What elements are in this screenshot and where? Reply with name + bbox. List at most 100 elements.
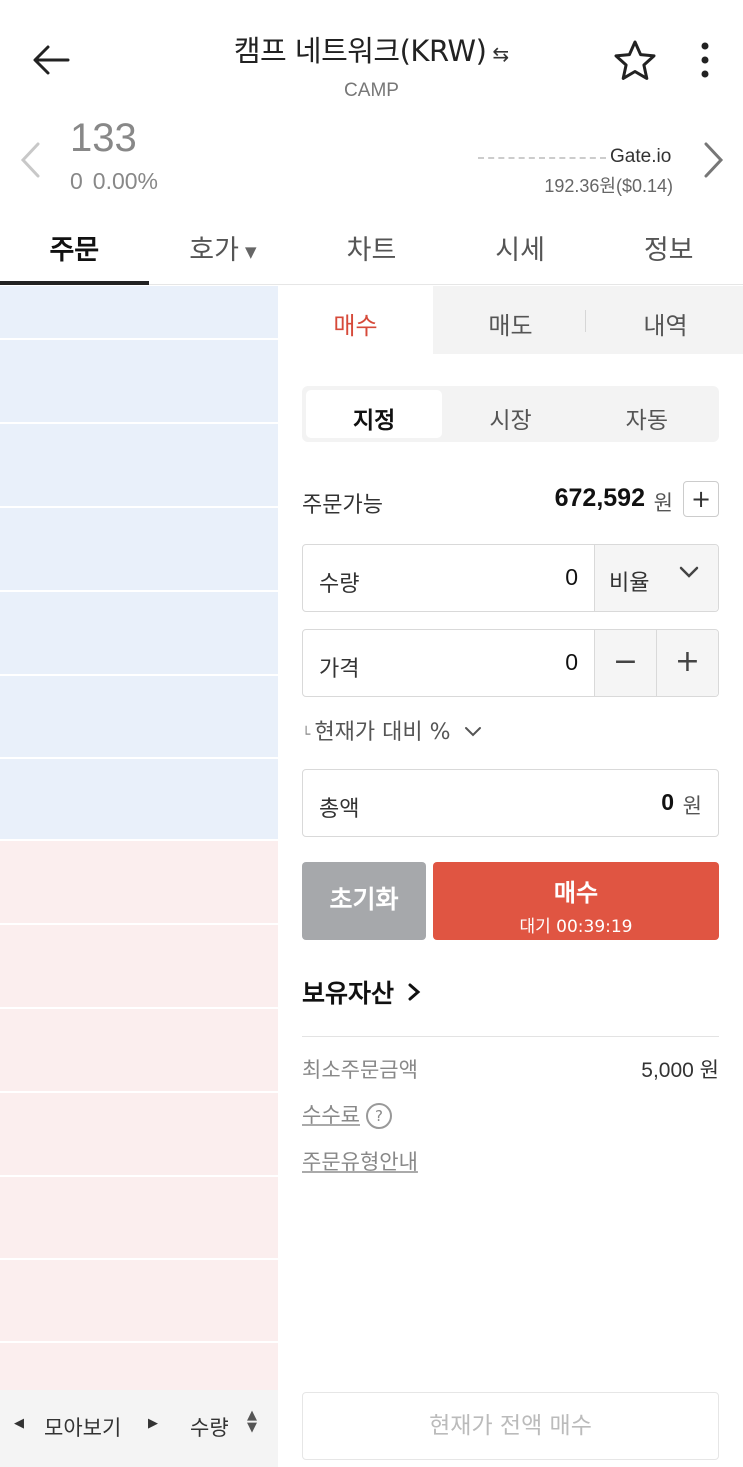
- order-type-tabs: 지정 시장 자동: [302, 386, 719, 442]
- price-change: 0 0.00%: [70, 168, 168, 195]
- orderbook-ask-row[interactable]: [0, 340, 278, 424]
- current-price: 133: [70, 116, 137, 160]
- fee-label: 수수료: [302, 1103, 360, 1127]
- page-title[interactable]: 캠프 네트워크(KRW) ⇆: [140, 28, 603, 70]
- orderbook-bid-row[interactable]: [0, 1260, 278, 1343]
- total-value[interactable]: 0: [661, 789, 674, 816]
- orderbook-ask-row[interactable]: [0, 676, 278, 759]
- change-rate: 0.00%: [92, 168, 159, 194]
- tab-chart[interactable]: 차트: [297, 210, 446, 284]
- chevron-left-icon[interactable]: [18, 140, 42, 189]
- total-unit: 원: [682, 794, 702, 818]
- available-balance-row: 주문가능 672,592 원 +: [302, 481, 719, 521]
- orderbook-ask-row[interactable]: [0, 592, 278, 676]
- tab-label: 지정: [353, 408, 396, 434]
- chevron-right-icon: [407, 979, 421, 1008]
- quantity-value[interactable]: 0: [565, 564, 578, 591]
- orderbook-ask-row[interactable]: [0, 286, 278, 340]
- orderbook-ask-row[interactable]: [0, 759, 278, 841]
- chevron-down-icon: [678, 561, 700, 589]
- compare-current-price-dropdown[interactable]: └ 현재가 대비 %: [302, 714, 482, 746]
- orderbook-bid-row[interactable]: [0, 1177, 278, 1260]
- quantity-field[interactable]: 수량 0 비율: [302, 544, 719, 612]
- tab-market[interactable]: 시세: [446, 210, 595, 284]
- tab-label: 정보: [643, 235, 694, 266]
- triangle-right-icon[interactable]: ▶: [148, 1416, 158, 1431]
- quantity-label: 수량: [319, 572, 360, 597]
- total-field[interactable]: 총액 0 원: [302, 769, 719, 837]
- tab-sell[interactable]: 매도: [433, 286, 588, 354]
- price-summary: 133 0 0.00% Gate.io 192.36원($0.14): [0, 110, 743, 210]
- fee-link[interactable]: 수수료?: [302, 1099, 392, 1129]
- order-type-guide-link[interactable]: 주문유형안내: [302, 1146, 418, 1176]
- tab-auto[interactable]: 자동: [579, 390, 715, 438]
- quantity-toggle-label[interactable]: 수량: [190, 1412, 229, 1442]
- buy-wait-timer: 대기 00:39:19: [519, 917, 633, 937]
- tab-label: 자동: [625, 408, 668, 434]
- tab-label: 차트: [346, 235, 397, 266]
- tab-divider: [585, 310, 586, 332]
- tab-history[interactable]: 내역: [588, 286, 743, 354]
- holdings-label: 보유자산: [302, 979, 395, 1008]
- coin-symbol: CAMP: [344, 80, 399, 101]
- buy-all-at-current-price-button[interactable]: 현재가 전액 매수: [302, 1392, 719, 1460]
- exchange-dash-line: [478, 157, 606, 159]
- chevron-down-icon: [459, 723, 483, 744]
- tab-label: 매수: [333, 312, 378, 340]
- app-header: 캠프 네트워크(KRW) ⇆ CAMP: [0, 0, 743, 110]
- more-menu-icon[interactable]: [690, 40, 720, 86]
- tab-buy[interactable]: 매수: [278, 286, 433, 354]
- caret-down-icon: ▼: [244, 242, 257, 261]
- tab-info[interactable]: 정보: [594, 210, 743, 284]
- triangle-left-icon[interactable]: ◀: [14, 1416, 24, 1431]
- exchange-name[interactable]: Gate.io: [610, 146, 671, 168]
- reset-button[interactable]: 초기화: [302, 862, 426, 940]
- buy-button-label: 매수: [553, 879, 599, 907]
- sort-updown-icon[interactable]: ▲ ▼: [247, 1409, 257, 1434]
- favorite-star-icon[interactable]: [612, 38, 658, 84]
- price-label: 가격: [319, 657, 360, 682]
- tab-limit[interactable]: 지정: [306, 390, 443, 438]
- price-field[interactable]: 가격 0 − +: [302, 629, 719, 697]
- chevron-right-icon[interactable]: [702, 140, 726, 189]
- orderbook-bid-row[interactable]: [0, 841, 278, 925]
- orderbook-bid-row[interactable]: [0, 1343, 278, 1394]
- available-value: 672,592: [554, 484, 645, 512]
- ratio-label: 비율: [609, 571, 650, 596]
- group-view-label[interactable]: 모아보기: [44, 1412, 121, 1442]
- available-unit: 원: [653, 491, 673, 515]
- orderbook-bid-row[interactable]: [0, 925, 278, 1009]
- price-increment-button[interactable]: +: [656, 630, 718, 696]
- swap-icon[interactable]: ⇆: [492, 42, 509, 66]
- orderbook: [0, 286, 278, 1394]
- compare-label: 현재가 대비 %: [314, 720, 451, 745]
- holdings-link[interactable]: 보유자산: [302, 974, 421, 1010]
- divider: [302, 1036, 719, 1037]
- buy-button[interactable]: 매수 대기 00:39:19: [433, 862, 719, 940]
- title-block[interactable]: 캠프 네트워크(KRW) ⇆ CAMP: [140, 28, 603, 102]
- orderbook-ask-row[interactable]: [0, 424, 278, 508]
- total-label: 총액: [319, 797, 360, 822]
- exchange-price: 192.36원($0.14): [544, 176, 673, 196]
- tab-orderbook[interactable]: 호가 ▼: [149, 210, 298, 284]
- price-decrement-button[interactable]: −: [594, 630, 656, 696]
- ratio-dropdown[interactable]: 비율: [594, 545, 718, 611]
- min-order-value: 5,000 원: [641, 1059, 719, 1082]
- help-question-icon[interactable]: ?: [365, 1103, 392, 1129]
- price-value[interactable]: 0: [565, 649, 578, 676]
- tab-label: 주문: [49, 235, 100, 266]
- orderbook-ask-row[interactable]: [0, 508, 278, 592]
- main-tabs: 주문 호가 ▼ 차트 시세 정보: [0, 210, 743, 285]
- tab-market-order[interactable]: 시장: [442, 390, 578, 438]
- orderbook-bid-row[interactable]: [0, 1093, 278, 1177]
- change-amount: 0: [70, 168, 83, 194]
- tab-label: 시장: [489, 408, 532, 434]
- coin-title: 캠프 네트워크(KRW): [233, 34, 487, 68]
- back-arrow-icon[interactable]: [30, 38, 80, 88]
- available-label: 주문가능: [302, 493, 383, 518]
- tab-order[interactable]: 주문: [0, 210, 149, 285]
- min-order-label: 최소주문금액: [302, 1058, 418, 1082]
- orderbook-bid-row[interactable]: [0, 1009, 278, 1093]
- min-order-row: 최소주문금액 5,000 원: [302, 1054, 719, 1084]
- deposit-plus-button[interactable]: +: [683, 481, 719, 517]
